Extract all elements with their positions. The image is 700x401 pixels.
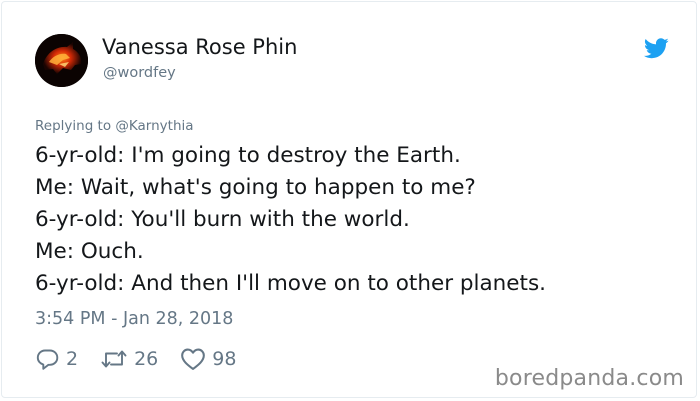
- tweet-line: 6-yr-old: And then I'll move on to other…: [35, 271, 546, 296]
- reply-mention-link[interactable]: @Karnythia: [115, 118, 193, 134]
- avatar[interactable]: [35, 34, 88, 87]
- tweet-line: Me: Ouch.: [35, 239, 144, 264]
- author-name[interactable]: Vanessa Rose Phin: [102, 35, 297, 59]
- author-handle[interactable]: @wordfey: [103, 65, 176, 81]
- like-count: 98: [212, 348, 237, 370]
- tweet-timestamp[interactable]: 3:54 PM - Jan 28, 2018: [35, 309, 233, 329]
- watermark-text: boredpanda.com: [494, 366, 684, 391]
- tweet-line: Me: Wait, what's going to happen to me?: [35, 175, 476, 200]
- retweet-button[interactable]: 26: [100, 347, 158, 371]
- tweet-line: 6-yr-old: I'm going to destroy the Earth…: [35, 143, 461, 168]
- twitter-bird-icon[interactable]: [644, 38, 669, 59]
- tweet-line: 6-yr-old: You'll burn with the world.: [35, 207, 410, 232]
- red-wolf-avatar-image: [35, 34, 88, 87]
- tweet-text: 6-yr-old: I'm going to destroy the Earth…: [35, 140, 546, 300]
- retweet-count: 26: [134, 348, 159, 370]
- replying-to: Replying to @Karnythia: [35, 118, 194, 134]
- reply-button[interactable]: 2: [35, 347, 78, 371]
- replying-prefix: Replying to: [35, 118, 116, 134]
- tweet-card: Vanessa Rose Phin @wordfey Replying to @…: [1, 1, 697, 398]
- reply-icon: [36, 349, 59, 370]
- tweet-actions: 2 26 98: [35, 345, 258, 373]
- reply-count: 2: [66, 348, 79, 370]
- like-button[interactable]: 98: [180, 347, 236, 371]
- retweet-icon: [101, 350, 127, 368]
- heart-icon: [181, 348, 206, 370]
